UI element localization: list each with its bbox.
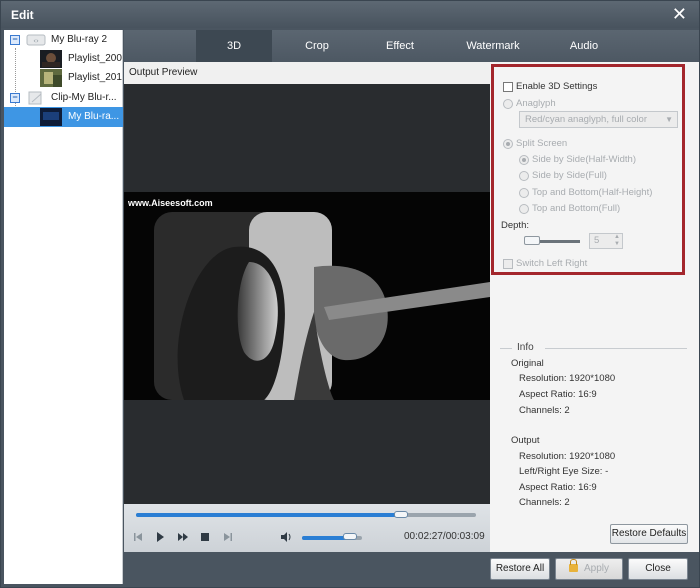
original-channels: Channels: 2: [519, 405, 570, 416]
lock-icon: [568, 559, 578, 572]
bluray-disc-icon: ‹›: [26, 34, 46, 46]
video-thumbnail-icon: [40, 108, 62, 126]
apply-label: Apply: [583, 563, 609, 574]
tree-item-label: My Blu-ra...: [68, 111, 120, 122]
next-icon[interactable]: [221, 530, 235, 544]
tab-crop[interactable]: Crop: [279, 30, 355, 62]
prev-icon[interactable]: [131, 530, 145, 544]
tab-effect[interactable]: Effect: [362, 30, 438, 62]
restore-all-button[interactable]: Restore All: [490, 558, 550, 580]
stop-icon[interactable]: [198, 530, 212, 544]
bottom-bar: Restore All Apply Close: [124, 552, 699, 586]
volume-handle[interactable]: [343, 533, 357, 540]
video-thumbnail-icon: [40, 50, 62, 68]
tree-item-my-blu-ra-selected[interactable]: My Blu-ra...: [4, 107, 123, 127]
window-title: Edit: [11, 8, 34, 22]
enable-3d-label: Enable 3D Settings: [516, 81, 598, 92]
apply-button[interactable]: Apply: [555, 558, 623, 580]
chevron-down-icon: ▼: [665, 115, 673, 124]
info-title: Info: [517, 342, 534, 353]
info-divider: [545, 348, 687, 349]
restore-defaults-button[interactable]: Restore Defaults: [610, 524, 688, 544]
depth-label: Depth:: [501, 220, 529, 231]
svg-text:‹›: ‹›: [33, 37, 39, 45]
output-label: Output: [511, 435, 540, 446]
tree-item-label: My Blu-ray 2: [51, 34, 108, 45]
close-button[interactable]: Close: [628, 558, 688, 580]
video-frame: www.Aiseesoft.com: [124, 192, 490, 400]
switch-left-right-label: Switch Left Right: [516, 258, 588, 269]
anaglyph-radio[interactable]: [503, 99, 513, 109]
tree-item-playlist-201[interactable]: Playlist_201: [18, 68, 123, 88]
time-display: 00:02:27/00:03:09: [404, 531, 485, 542]
play-icon[interactable]: [153, 530, 167, 544]
close-icon[interactable]: ✕: [672, 4, 687, 24]
preview-panel: Output Preview www.Aiseesoft.com: [124, 62, 490, 552]
depth-slider-handle[interactable]: [524, 236, 540, 245]
depth-value: 5: [594, 235, 600, 246]
anaglyph-dropdown[interactable]: Red/cyan anaglyph, full color ▼: [519, 111, 678, 128]
stepper-arrows-icon: ▲ ▼: [614, 234, 620, 247]
tree-item-label: Playlist_200: [68, 53, 122, 64]
video-area: www.Aiseesoft.com: [124, 84, 490, 504]
tab-bar: 3D Crop Effect Watermark Audio: [124, 30, 699, 62]
original-aspect-ratio: Aspect Ratio: 16:9: [519, 389, 597, 400]
original-resolution: Resolution: 1920*1080: [519, 373, 616, 384]
3d-settings-group: Enable 3D Settings Anaglyph Red/cyan ana…: [491, 64, 685, 275]
tree-item-label: Playlist_201: [68, 72, 122, 83]
split-option-radio[interactable]: [519, 188, 529, 198]
source-tree: − ‹› My Blu-ray 2 Playlist_200 Playlist_…: [4, 30, 123, 584]
watermark-text: www.Aiseesoft.com: [128, 198, 213, 208]
settings-panel: Enable 3D Settings Anaglyph Red/cyan ana…: [490, 62, 699, 552]
tree-item-label: Clip-My Blu-r...: [51, 92, 117, 103]
switch-left-right-checkbox[interactable]: [503, 259, 513, 269]
split-screen-radio[interactable]: [503, 139, 513, 149]
info-divider: [500, 348, 512, 349]
tab-audio[interactable]: Audio: [546, 30, 622, 62]
output-channels: Channels: 2: [519, 497, 570, 508]
progress-handle[interactable]: [394, 511, 409, 518]
split-option-label: Top and Bottom(Full): [532, 203, 621, 214]
edit-window: Edit ✕ − ‹› My Blu-ray 2 Playlist_200 Pl…: [0, 0, 700, 588]
tab-3d[interactable]: 3D: [196, 30, 272, 62]
output-resolution: Resolution: 1920*1080: [519, 451, 616, 462]
split-option-label: Side by Side(Full): [532, 170, 607, 181]
output-preview-label: Output Preview: [124, 62, 490, 84]
title-bar: Edit ✕: [1, 1, 699, 28]
tree-item-my-blu-ray-2[interactable]: − ‹› My Blu-ray 2: [4, 30, 123, 50]
clip-icon: [28, 91, 42, 105]
output-aspect-ratio: Aspect Ratio: 16:9: [519, 482, 597, 493]
depth-stepper[interactable]: 5 ▲ ▼: [589, 233, 623, 249]
progress-bar[interactable]: [136, 513, 476, 517]
split-option-radio[interactable]: [519, 171, 529, 181]
video-still-image: [124, 192, 490, 400]
progress-fill: [136, 513, 402, 517]
output-eye-size: Left/Right Eye Size: -: [519, 466, 609, 477]
tree-item-clip[interactable]: − Clip-My Blu-r...: [4, 88, 123, 108]
split-option-radio[interactable]: [519, 204, 529, 214]
tab-watermark[interactable]: Watermark: [450, 30, 536, 62]
anaglyph-label: Anaglyph: [516, 98, 556, 109]
volume-icon[interactable]: [279, 530, 293, 544]
split-option-label: Top and Bottom(Half-Height): [532, 187, 653, 198]
split-option-label: Side by Side(Half-Width): [532, 154, 637, 165]
anaglyph-value: Red/cyan anaglyph, full color: [525, 114, 647, 125]
video-thumbnail-icon: [40, 69, 62, 87]
split-option-radio[interactable]: [519, 155, 529, 165]
player-controls: 00:02:27/00:03:09: [124, 504, 490, 552]
split-screen-label: Split Screen: [516, 138, 568, 149]
tree-item-playlist-200[interactable]: Playlist_200: [18, 49, 123, 69]
enable-3d-checkbox[interactable]: [503, 82, 513, 92]
collapse-toggle-icon[interactable]: −: [10, 35, 20, 45]
original-label: Original: [511, 358, 544, 369]
fast-forward-icon[interactable]: [176, 530, 190, 544]
collapse-toggle-icon[interactable]: −: [10, 93, 20, 103]
